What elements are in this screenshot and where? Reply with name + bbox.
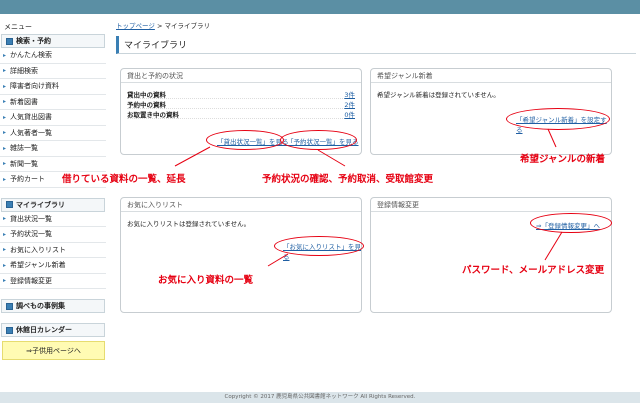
- main-content: トップページ > マイライブラリ マイライブラリ: [116, 20, 636, 54]
- sidebar-item-magazines[interactable]: 雑誌一覧: [0, 141, 106, 157]
- section-mylibrary[interactable]: マイライブラリ: [1, 197, 105, 212]
- sidebar: メニュー 検索・予約 かんたん検索 詳細検索 障害者向け資料 新着図書 人気貸出…: [0, 20, 106, 360]
- square-icon: [6, 326, 13, 334]
- breadcrumb-home[interactable]: トップページ: [116, 22, 155, 30]
- highlight-oval: [530, 213, 612, 233]
- square-icon: [6, 302, 13, 310]
- breadcrumb-current: マイライブラリ: [164, 22, 210, 30]
- sidebar-item-simple-search[interactable]: かんたん検索: [0, 48, 106, 64]
- square-icon: [6, 201, 13, 208]
- breadcrumb: トップページ > マイライブラリ: [116, 20, 636, 30]
- sidebar-item-genre[interactable]: 希望ジャンル新着: [0, 258, 106, 274]
- footer-copyright: Copyright © 2017 鹿児島県公共図書館ネットワーク All Rig…: [0, 392, 640, 403]
- highlight-oval: [280, 130, 357, 150]
- panel-title: 登録情報変更: [371, 198, 611, 212]
- breadcrumb-sep: >: [156, 22, 163, 30]
- page-title: マイライブラリ: [116, 36, 636, 54]
- menu-label: メニュー: [4, 23, 32, 31]
- top-bar: [0, 0, 640, 14]
- section-calendar[interactable]: 休館日カレンダー: [1, 323, 105, 337]
- panel-title: 希望ジャンル新着: [371, 69, 611, 83]
- section-search[interactable]: 検索・予約: [1, 34, 105, 48]
- sidebar-item-loans[interactable]: 貸出状況一覧: [0, 212, 106, 227]
- fav-text: お気に入りリストは登録されていません。: [127, 220, 251, 228]
- sidebar-item-popular-loans[interactable]: 人気貸出図書: [0, 110, 106, 126]
- section-cases[interactable]: 調べもの事例集: [1, 299, 105, 313]
- sidebar-item-new-books[interactable]: 新着図書: [0, 95, 106, 110]
- panel-title: お気に入りリスト: [121, 198, 361, 212]
- sidebar-item-popular-authors[interactable]: 人気著者一覧: [0, 126, 106, 141]
- reserve-row: 予約中の資料 2件: [127, 101, 355, 109]
- square-icon: [6, 37, 13, 45]
- highlight-oval: [206, 130, 284, 150]
- annotation-favorites: お気に入り資料の一覧: [158, 275, 254, 286]
- hold-row: お取置き中の資料 0件: [127, 111, 355, 119]
- genre-text: 希望ジャンル新着は登録されていません。: [377, 91, 500, 99]
- sidebar-item-advanced-search[interactable]: 詳細検索: [0, 64, 106, 79]
- panel-title: 貸出と予約の状況: [121, 69, 361, 83]
- annotation-reserve: 予約状況の確認、予約取消、受取館変更: [262, 174, 434, 185]
- annotation-registration: パスワード、メールアドレス変更: [462, 265, 605, 276]
- annotation-loans: 借りている資料の一覧、延長: [62, 174, 186, 185]
- loan-row: 貸出中の資料 3件: [127, 91, 355, 99]
- annotation-genre: 希望ジャンルの新着: [520, 154, 606, 165]
- sidebar-item-registration[interactable]: 登録情報変更: [0, 274, 106, 289]
- highlight-oval: [274, 236, 364, 256]
- sidebar-item-accessible[interactable]: 障害者向け資料: [0, 79, 106, 95]
- sidebar-item-newspapers[interactable]: 新聞一覧: [0, 157, 106, 172]
- sidebar-item-favorites[interactable]: お気に入りリスト: [0, 243, 106, 258]
- sidebar-item-reservations[interactable]: 予約状況一覧: [0, 227, 106, 243]
- highlight-oval: [506, 108, 610, 130]
- kids-page-link[interactable]: ⇒子供用ページへ: [2, 341, 105, 360]
